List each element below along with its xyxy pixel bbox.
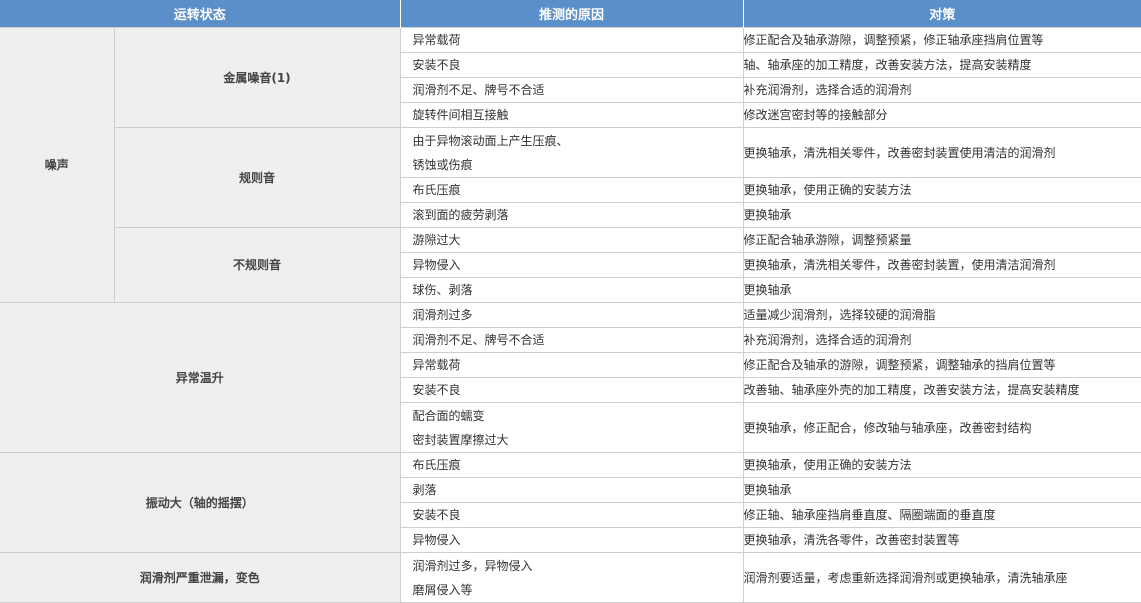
remedy-cell: 轴、轴承座的加工精度，改善安装方法，提高安装精度 [742, 52, 1141, 78]
remedy-cell: 补充润滑剂，选择合适的润滑剂 [742, 77, 1141, 103]
remedy-cell: 修正配合轴承游隙，调整预紧量 [742, 227, 1141, 253]
header-row: 运转状态 推测的原因 对策 [0, 0, 1141, 28]
group-lubricant-leak: 润滑剂严重泄漏，变色 [0, 552, 401, 603]
remedy-cell: 修正配合及轴承游隙，调整预紧，修正轴承座挡肩位置等 [742, 27, 1141, 53]
remedy-cell: 改善轴、轴承座外壳的加工精度，改善安装方法，提高安装精度 [742, 377, 1141, 403]
remedy-cell: 更换轴承，清洗相关零件，改善密封装置使用清洁的润滑剂 [742, 127, 1141, 178]
remedy-cell: 修正配合及轴承的游隙，调整预紧，调整轴承的挡肩位置等 [742, 352, 1141, 378]
cause-cell: 配合面的蠕变 密封装置摩擦过大 [399, 402, 744, 453]
remedy-cell: 适量减少润滑剂，选择较硬的润滑脂 [742, 302, 1141, 328]
remedy-cell: 更换轴承，清洗各零件，改善密封装置等 [742, 527, 1141, 553]
cause-cell: 旋转件间相互接触 [399, 102, 744, 128]
table-row: 规则音 由于异物滚动面上产生压痕、 锈蚀或伤痕 更换轴承，清洗相关零件，改善密封… [0, 127, 1141, 228]
cause-cell: 异常载荷 [399, 352, 744, 378]
subgroup-regular-noise: 规则音 [113, 127, 401, 228]
cause-line: 密封装置摩擦过大 [412, 432, 509, 447]
remedy-cell: 更换轴承，使用正确的安装方法 [742, 452, 1141, 478]
table-row: 不规则音 游隙过大 修正配合轴承游隙，调整预紧量 [0, 227, 1141, 303]
remedy-cell: 润滑剂要适量，考虑重新选择润滑剂或更换轴承，清洗轴承座 [742, 552, 1141, 603]
table-row: 异常温升 润滑剂过多 适量减少润滑剂，选择较硬的润滑脂 [0, 302, 1141, 453]
cause-cell: 安装不良 [399, 377, 744, 403]
cause-line: 配合面的蠕变 [412, 408, 485, 423]
bearing-troubleshooting-table: 运转状态 推测的原因 对策 噪声 金属噪音(1) 异常载荷 修正配合及轴承游隙，… [0, 0, 1141, 603]
group-noise: 噪声 [0, 27, 115, 303]
remedy-cell: 更换轴承 [742, 477, 1141, 503]
remedy-cell: 修正轴、轴承座挡肩垂直度、隔圈端面的垂直度 [742, 502, 1141, 528]
cause-cell: 润滑剂不足、牌号不合适 [399, 327, 744, 353]
cause-cell: 球伤、剥落 [399, 277, 744, 303]
cause-cell: 异常载荷 [399, 27, 744, 53]
cause-line: 润滑剂过多，异物侵入 [412, 558, 533, 573]
remedy-cell: 更换轴承，使用正确的安装方法 [742, 177, 1141, 203]
remedy-cell: 修改迷宫密封等的接触部分 [742, 102, 1141, 128]
header-countermeasure: 对策 [743, 0, 1141, 28]
cause-cell: 滚到面的疲劳剥落 [399, 202, 744, 228]
cause-line: 锈蚀或伤痕 [412, 157, 473, 172]
cause-cell: 润滑剂过多，异物侵入 磨屑侵入等 [399, 552, 744, 603]
cause-cell: 剥落 [399, 477, 744, 503]
remedy-cell: 更换轴承，清洗相关零件，改善密封装置，使用清洁润滑剂 [742, 252, 1141, 278]
cause-cell: 游隙过大 [399, 227, 744, 253]
cause-cell: 布氏压痕 [399, 452, 744, 478]
remedy-cell: 更换轴承 [742, 277, 1141, 303]
remedy-cell: 更换轴承 [742, 202, 1141, 228]
subgroup-irregular-noise: 不规则音 [113, 227, 401, 303]
header-operating-state: 运转状态 [0, 0, 401, 28]
cause-cell: 润滑剂不足、牌号不合适 [399, 77, 744, 103]
table-row: 噪声 金属噪音(1) 异常载荷 修正配合及轴承游隙，调整预紧，修正轴承座挡肩位置… [0, 27, 1141, 303]
remedy-cell: 补充润滑剂，选择合适的润滑剂 [742, 327, 1141, 353]
cause-cell: 安装不良 [399, 502, 744, 528]
header-suspected-cause: 推测的原因 [400, 0, 744, 28]
cause-cell: 异物侵入 [399, 252, 744, 278]
table-row: 润滑剂严重泄漏，变色 润滑剂过多，异物侵入 磨屑侵入等 润滑剂要适量，考虑重新选… [0, 552, 1141, 603]
cause-line: 磨屑侵入等 [412, 582, 473, 597]
cause-cell: 由于异物滚动面上产生压痕、 锈蚀或伤痕 [399, 127, 744, 178]
subgroup-metal-noise: 金属噪音(1) [113, 27, 401, 128]
remedy-cell: 更换轴承，修正配合，修改轴与轴承座，改善密封结构 [742, 402, 1141, 453]
cause-line: 由于异物滚动面上产生压痕、 [412, 133, 569, 148]
cause-cell: 异物侵入 [399, 527, 744, 553]
cause-cell: 安装不良 [399, 52, 744, 78]
table-row: 振动大（轴的摇摆） 布氏压痕 更换轴承，使用正确的安装方法 [0, 452, 1141, 553]
cause-cell: 润滑剂过多 [399, 302, 744, 328]
cause-cell: 布氏压痕 [399, 177, 744, 203]
group-vibration: 振动大（轴的摇摆） [0, 452, 401, 553]
group-abnormal-temperature: 异常温升 [0, 302, 401, 453]
